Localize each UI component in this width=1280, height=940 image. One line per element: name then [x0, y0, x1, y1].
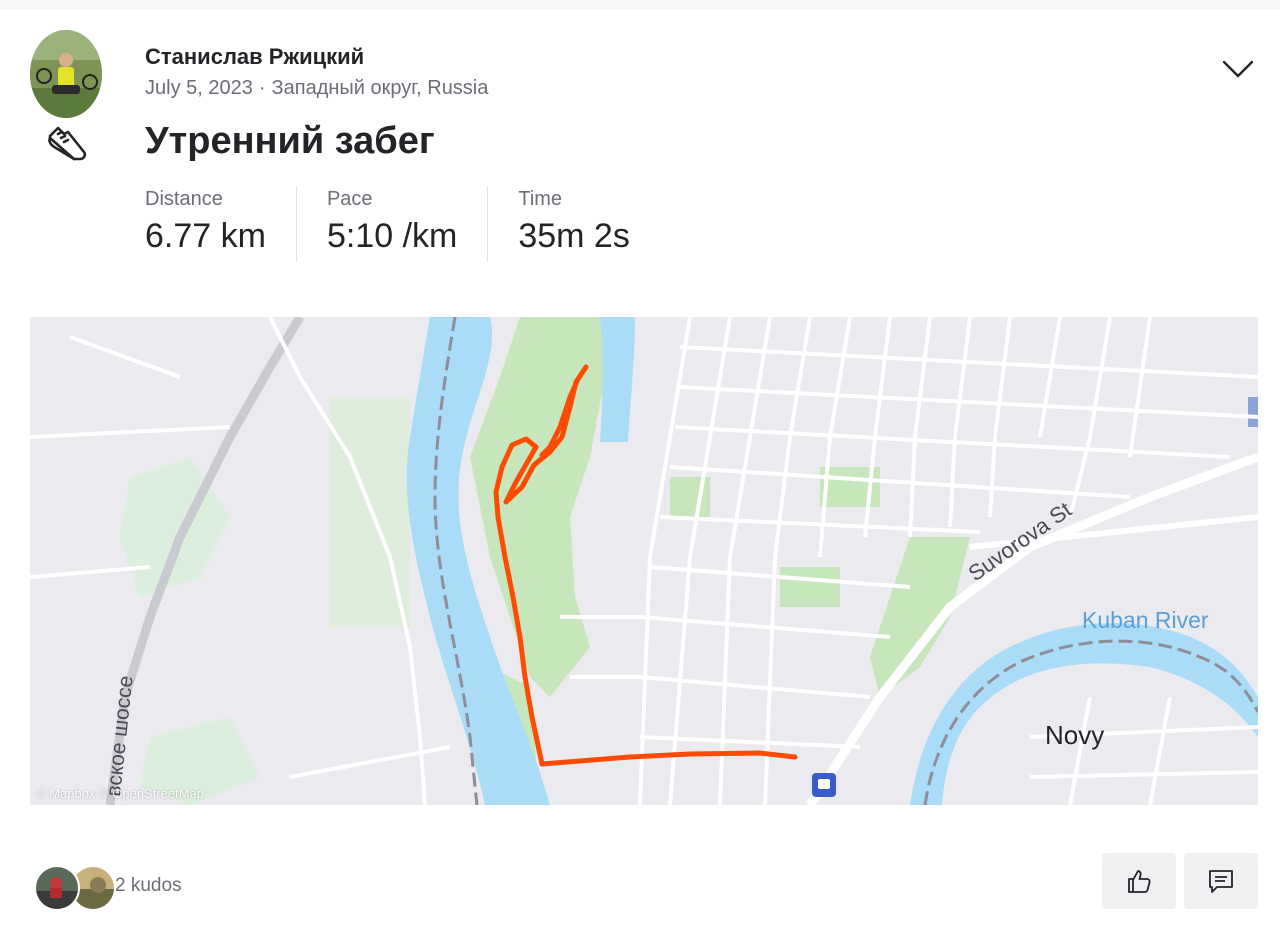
stat-time: Time 35m 2s [518, 186, 660, 262]
river [1248, 397, 1258, 427]
stat-distance: Distance 6.77 km [145, 186, 297, 262]
stat-label: Time [518, 188, 563, 210]
map-attribution[interactable]: © Mapbox © OpenStreetMap [36, 786, 204, 801]
chevron-down-icon[interactable] [1218, 54, 1258, 82]
kudos-button[interactable] [1102, 853, 1176, 909]
kudo-avatar[interactable] [34, 865, 80, 911]
stat-value: 5:10 /km [326, 217, 458, 255]
stat-pace: Pace 5:10 /km [326, 186, 489, 262]
running-shoe-icon [44, 122, 88, 166]
activity-location: Западный округ, Russia [271, 77, 489, 99]
stat-value: 6.77 km [145, 217, 266, 255]
comment-button[interactable] [1184, 853, 1258, 909]
meta-separator: · [258, 77, 266, 99]
map-label-district: Novy [1045, 720, 1104, 750]
kudos-avatars[interactable] [34, 865, 116, 911]
park-area [780, 567, 840, 607]
activity-map[interactable]: Suvorova St Kuban River Novy вское шоссе… [30, 317, 1258, 805]
kudos-count[interactable]: 2 kudos [115, 875, 182, 897]
activity-card: Станислав Ржицкий July 5, 2023 · Западный … [0, 10, 1280, 940]
comment-icon [1209, 870, 1233, 893]
stat-value: 35m 2s [518, 217, 630, 255]
activity-date: July 5, 2023 [145, 77, 253, 99]
activity-meta: July 5, 2023 · Западный округ, Russia [145, 77, 488, 100]
thumbs-up-icon [1128, 870, 1151, 893]
stat-label: Pace [326, 188, 373, 210]
athlete-avatar[interactable] [30, 30, 102, 118]
athlete-name[interactable]: Станислав Ржицкий [145, 44, 364, 70]
stat-label: Distance [145, 188, 223, 210]
activity-stats: Distance 6.77 km Pace 5:10 /km Time 35m … [145, 186, 690, 262]
activity-title[interactable]: Утренний забег [145, 120, 435, 163]
map-label-river: Kuban River [1082, 607, 1209, 633]
